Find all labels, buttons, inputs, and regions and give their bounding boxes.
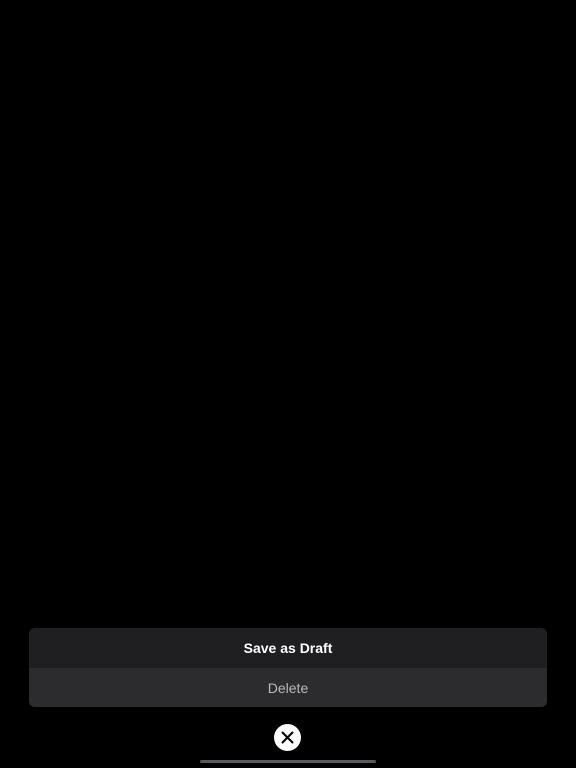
home-indicator xyxy=(200,760,376,763)
action-sheet: Save as Draft Delete xyxy=(29,628,547,707)
close-button[interactable] xyxy=(274,724,301,751)
save-as-draft-button[interactable]: Save as Draft xyxy=(29,628,547,668)
close-icon xyxy=(281,731,294,744)
screen: Save as Draft Delete xyxy=(0,0,576,768)
delete-button[interactable]: Delete xyxy=(29,668,547,707)
